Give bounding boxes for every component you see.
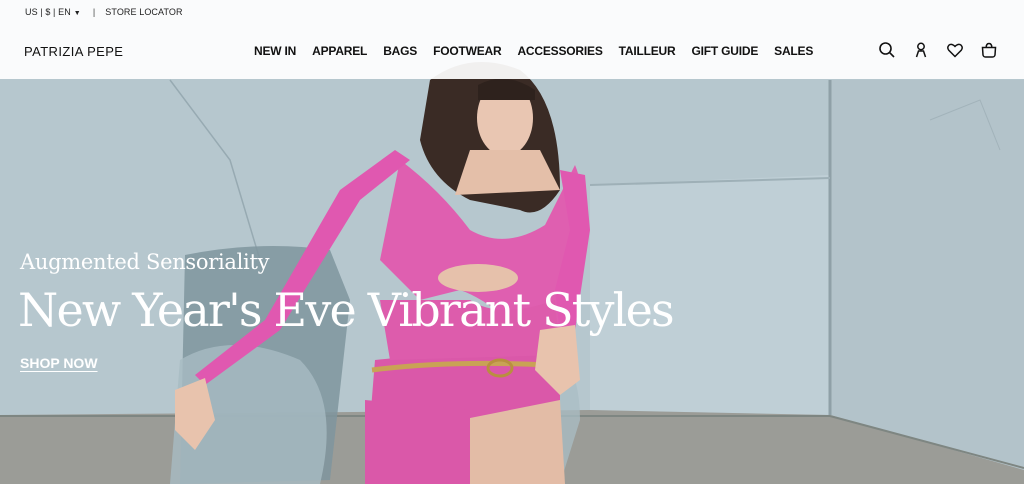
brand-logo[interactable]: PATRIZIA PEPE xyxy=(24,44,123,59)
nav-item-accessories[interactable]: ACCESSORIES xyxy=(517,44,602,58)
nav-item-tailleur[interactable]: TAILLEUR xyxy=(619,44,676,58)
divider: | xyxy=(92,7,96,17)
site-header: US | $ | EN ▼ | STORE LOCATOR PATRIZIA PE… xyxy=(0,0,1024,79)
search-icon[interactable] xyxy=(878,41,896,59)
store-locator-link[interactable]: STORE LOCATOR xyxy=(105,7,182,17)
wishlist-heart-icon[interactable] xyxy=(946,41,964,59)
nav-item-bags[interactable]: BAGS xyxy=(383,44,417,58)
header-icons xyxy=(878,41,998,59)
nav-item-footwear[interactable]: FOOTWEAR xyxy=(433,44,502,58)
account-icon[interactable] xyxy=(912,41,930,59)
hero-kicker: Augmented Sensoriality xyxy=(20,250,270,274)
main-nav: NEW IN APPAREL BAGS FOOTWEAR ACCESSORIES… xyxy=(254,44,813,58)
shopping-bag-icon[interactable] xyxy=(980,41,998,59)
locale-selector[interactable]: US | $ | EN ▼ xyxy=(25,7,81,17)
nav-item-sales[interactable]: SALES xyxy=(774,44,813,58)
utility-bar: US | $ | EN ▼ | STORE LOCATOR xyxy=(25,7,183,17)
chevron-down-icon: ▼ xyxy=(73,10,81,17)
nav-item-new-in[interactable]: NEW IN xyxy=(254,44,296,58)
shop-now-link[interactable]: SHOP NOW xyxy=(20,355,98,371)
hero-headline: New Year's Eve Vibrant Styles xyxy=(18,283,675,337)
locale-label: US | $ | EN xyxy=(25,7,71,17)
nav-item-apparel[interactable]: APPAREL xyxy=(312,44,367,58)
nav-item-gift-guide[interactable]: GIFT GUIDE xyxy=(691,44,758,58)
